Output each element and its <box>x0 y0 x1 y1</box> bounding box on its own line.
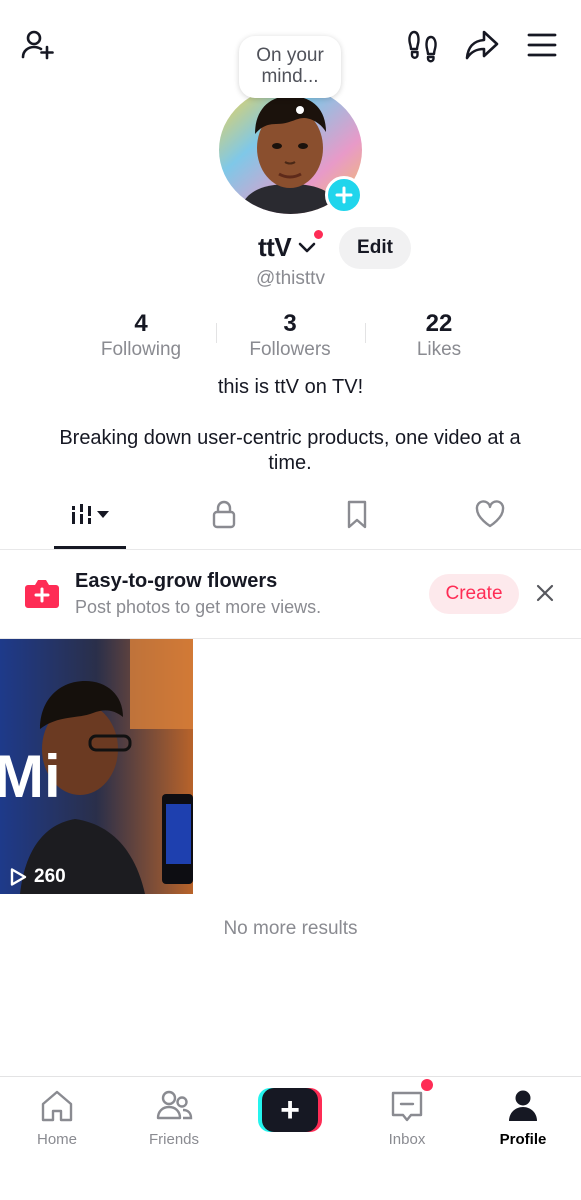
stat-followers[interactable]: 3 Followers <box>220 310 360 362</box>
footprints-icon[interactable] <box>404 26 442 64</box>
nav-label: Home <box>36 1131 77 1148</box>
nav-inbox[interactable]: Inbox <box>357 1087 457 1148</box>
plus-icon: + <box>262 1088 318 1132</box>
notification-dot <box>313 229 324 240</box>
profile-icon <box>509 1090 537 1121</box>
nav-label: Profile <box>499 1131 547 1148</box>
promo-title: Easy-to-grow flowers <box>75 570 278 592</box>
no-more-results: No more results <box>223 918 358 939</box>
stat-label: Followers <box>249 339 331 360</box>
username[interactable]: ttV <box>258 232 292 262</box>
share-arrow-icon[interactable] <box>463 26 501 64</box>
video-thumbnail-image: Mi <box>0 639 193 894</box>
nav-label: Friends <box>148 1131 200 1148</box>
bio-line-2: Breaking down user-centric products, one… <box>59 427 521 474</box>
promo-subtitle: Post photos to get more views. <box>75 597 322 617</box>
stat-following[interactable]: 4 Following <box>71 310 211 362</box>
nav-profile[interactable]: Profile <box>473 1087 573 1148</box>
nav-home[interactable]: Home <box>7 1087 107 1148</box>
camera-plus-icon <box>25 580 59 608</box>
view-count: 260 <box>8 866 66 888</box>
stat-divider <box>365 323 366 343</box>
status-bubble[interactable]: On your mind... <box>239 36 341 98</box>
home-icon <box>41 1090 73 1122</box>
close-icon[interactable] <box>534 582 556 604</box>
stat-value: 3 <box>283 310 297 337</box>
nav-friends[interactable]: Friends <box>124 1087 224 1148</box>
add-story-button[interactable] <box>325 176 363 214</box>
hamburger-menu-icon[interactable] <box>523 26 561 64</box>
stat-divider <box>216 323 217 343</box>
lock-icon <box>212 500 236 529</box>
divider <box>0 549 581 550</box>
create-post-button[interactable]: + <box>258 1088 322 1132</box>
tab-liked[interactable] <box>454 498 526 550</box>
view-count-value: 260 <box>34 866 66 887</box>
bookmark-icon <box>347 500 367 529</box>
inbox-icon <box>391 1091 423 1122</box>
stat-likes[interactable]: 22 Likes <box>369 310 509 362</box>
stat-label: Following <box>100 339 182 360</box>
video-overlay-text: Mi <box>0 743 61 810</box>
chevron-down-icon[interactable] <box>296 236 318 258</box>
bubble-tail <box>296 106 304 114</box>
stat-label: Likes <box>416 339 462 360</box>
heart-icon <box>475 500 505 528</box>
user-handle: @thisttv <box>256 268 325 289</box>
bio-line-1: this is ttV on TV! <box>217 376 364 398</box>
video-thumbnail[interactable]: Mi 260 <box>0 639 193 894</box>
tab-private[interactable] <box>188 498 260 550</box>
play-icon <box>10 868 27 886</box>
inbox-badge <box>421 1079 433 1091</box>
stat-value: 4 <box>134 310 148 337</box>
profile-avatar[interactable] <box>219 86 363 214</box>
edit-profile-button[interactable]: Edit <box>339 227 411 269</box>
add-person-icon[interactable] <box>19 26 57 64</box>
grid-bars-icon <box>72 504 109 524</box>
tab-videos[interactable] <box>54 498 126 550</box>
nav-label: Inbox <box>388 1131 426 1148</box>
friends-icon <box>156 1090 193 1120</box>
create-button[interactable]: Create <box>429 574 519 614</box>
tab-favorites[interactable] <box>321 498 393 550</box>
stat-value: 22 <box>425 310 453 337</box>
